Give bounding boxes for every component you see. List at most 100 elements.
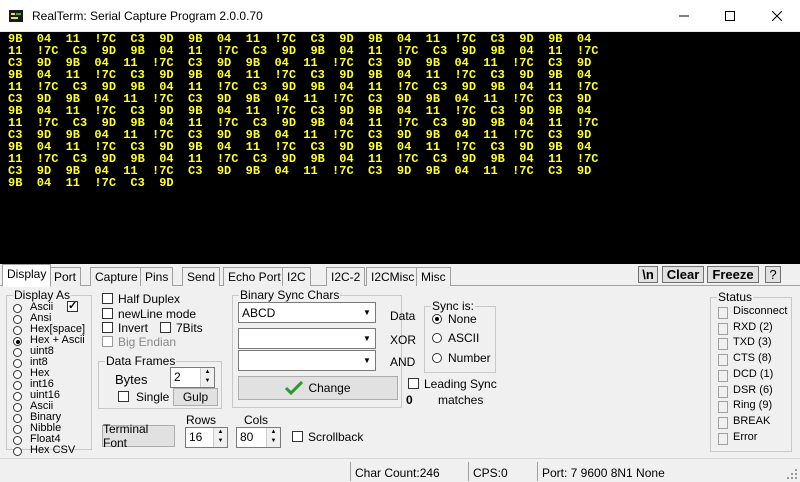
matches-count: 0 (406, 393, 413, 407)
display-as-radio[interactable] (13, 315, 22, 324)
chevron-down-icon[interactable]: ▼ (359, 303, 375, 322)
terminal-display[interactable]: 9B 04 11 !7C C3 9D 9B 04 11 !7C C3 9D 9B… (0, 32, 800, 264)
data-label: Data (390, 309, 416, 323)
xor-label: XOR (390, 333, 417, 347)
change-button[interactable]: Change (238, 376, 398, 400)
tab-i2cmisc[interactable]: I2CMisc (366, 267, 420, 286)
status-indicator[interactable] (718, 369, 728, 382)
single-checkbox[interactable] (118, 391, 129, 402)
cols-spinner[interactable]: 80 ▲ ▼ (236, 427, 281, 448)
port-status: Port: 7 9600 8N1 None (537, 462, 787, 481)
spin-arrows-icon[interactable]: ▲ ▼ (200, 368, 214, 387)
tab-port[interactable]: Port (49, 267, 82, 286)
window-title: RealTerm: Serial Capture Program 2.0.0.7… (32, 9, 263, 23)
status-label: TXD (3) (733, 336, 772, 349)
7bits-checkbox[interactable] (160, 322, 171, 333)
binary-sync-legend: Binary Sync Chars (240, 288, 340, 302)
freeze-button[interactable]: Freeze (707, 266, 759, 283)
tab-capture[interactable]: Capture (90, 267, 143, 286)
help-button[interactable]: ? (765, 266, 781, 283)
display-as-radio[interactable] (13, 348, 22, 357)
display-as-radio[interactable] (13, 425, 22, 434)
tab-send[interactable]: Send (182, 267, 221, 286)
newline-button[interactable]: \n (638, 266, 658, 283)
half-duplex-label: Half Duplex (118, 292, 181, 306)
leading-sync-checkbox[interactable] (408, 378, 419, 389)
terminal-font-button[interactable]: Terminal Font (102, 422, 175, 450)
newline-mode-checkbox[interactable] (102, 308, 113, 319)
chevron-down-icon[interactable]: ▼ (359, 329, 375, 348)
sync-ascii-radio[interactable] (432, 333, 442, 343)
display-as-radio[interactable] (13, 447, 22, 456)
terminal-font-label: Terminal Font (103, 422, 149, 450)
status-indicator[interactable] (718, 432, 728, 445)
display-as-radio[interactable] (13, 326, 22, 335)
gulp-button[interactable]: Gulp (173, 388, 218, 406)
invert-checkbox[interactable] (102, 322, 113, 333)
tab-i2c-2[interactable]: I2C-2 (326, 267, 366, 286)
scrollback-checkbox[interactable] (292, 431, 303, 442)
display-as-radio[interactable] (13, 414, 22, 423)
tab-echo-port[interactable]: Echo Port (223, 267, 286, 286)
tab-label: I2CMisc (371, 270, 415, 284)
sync-none-radio[interactable] (432, 314, 442, 324)
status-legend: Status (718, 290, 753, 304)
display-as-radio[interactable] (13, 304, 22, 313)
sync-data-combo[interactable]: ABCD ▼ (238, 302, 376, 323)
sync-number-radio[interactable] (432, 353, 442, 363)
maximize-icon (725, 11, 735, 21)
status-label: DSR (6) (733, 383, 773, 396)
tab-label: Send (187, 270, 216, 284)
display-as-radio[interactable] (13, 392, 22, 401)
leading-sync-label: Leading Sync (424, 377, 497, 391)
char-count: Char Count:246 (350, 462, 468, 481)
tab-label: Port (54, 270, 77, 284)
big-endian-checkbox[interactable] (102, 336, 113, 347)
title-bar[interactable]: RealTerm: Serial Capture Program 2.0.0.7… (0, 0, 800, 32)
rows-spinner[interactable]: 16 ▲ ▼ (185, 427, 228, 448)
half-duplex-checkbox[interactable] (102, 293, 113, 304)
resize-grip-icon[interactable] (786, 468, 798, 480)
status-indicator[interactable] (718, 401, 728, 414)
display-as-radio[interactable] (13, 359, 22, 368)
spin-arrows-icon[interactable]: ▲ ▼ (213, 428, 227, 447)
tab-label: Misc (421, 270, 446, 284)
status-indicator[interactable] (718, 338, 728, 351)
newline-mode-label: newLine mode (118, 307, 197, 321)
chevron-down-icon[interactable]: ▼ (359, 351, 375, 370)
7bits-label: 7Bits (176, 321, 203, 335)
display-as-radio[interactable] (13, 403, 22, 412)
cols-label: Cols (244, 413, 269, 427)
sync-number-label: Number (448, 351, 491, 365)
sync-and-combo[interactable]: ▼ (238, 350, 376, 371)
status-label: Error (733, 430, 758, 443)
display-tab-panel: Display As Ascii Ansi Hex[space] Hex + Asci… (0, 286, 800, 456)
clear-button[interactable]: Clear (662, 266, 704, 283)
tab-pins[interactable]: Pins (140, 267, 174, 286)
status-indicator[interactable] (718, 354, 728, 367)
sync-xor-combo[interactable]: ▼ (238, 328, 376, 349)
matches-label: matches (438, 393, 484, 407)
status-indicator[interactable] (718, 307, 728, 319)
display-as-radio[interactable] (13, 337, 22, 346)
display-as-radio[interactable] (13, 436, 22, 445)
status-indicator[interactable] (718, 322, 728, 335)
close-button[interactable] (754, 0, 800, 32)
tab-label: Capture (95, 270, 138, 284)
status-indicator[interactable] (718, 385, 728, 398)
display-as-radio[interactable] (13, 370, 22, 379)
minimize-button[interactable] (661, 0, 707, 32)
display-as-radio[interactable] (13, 381, 22, 390)
tab-misc[interactable]: Misc (416, 267, 451, 286)
spin-arrows-icon[interactable]: ▲ ▼ (266, 428, 280, 447)
tab-display[interactable]: Display (2, 264, 52, 287)
status-label: CTS (8) (733, 352, 772, 365)
display-as-checkbox[interactable] (67, 299, 78, 312)
checkmark-icon (285, 381, 304, 395)
bytes-label: Bytes (115, 372, 148, 387)
status-indicator[interactable] (718, 416, 728, 429)
bytes-spinner[interactable]: 2 ▲ ▼ (170, 367, 215, 388)
sync-is-legend: Sync is: (432, 299, 475, 313)
maximize-button[interactable] (707, 0, 753, 32)
tab-i2c[interactable]: I2C (282, 267, 311, 286)
